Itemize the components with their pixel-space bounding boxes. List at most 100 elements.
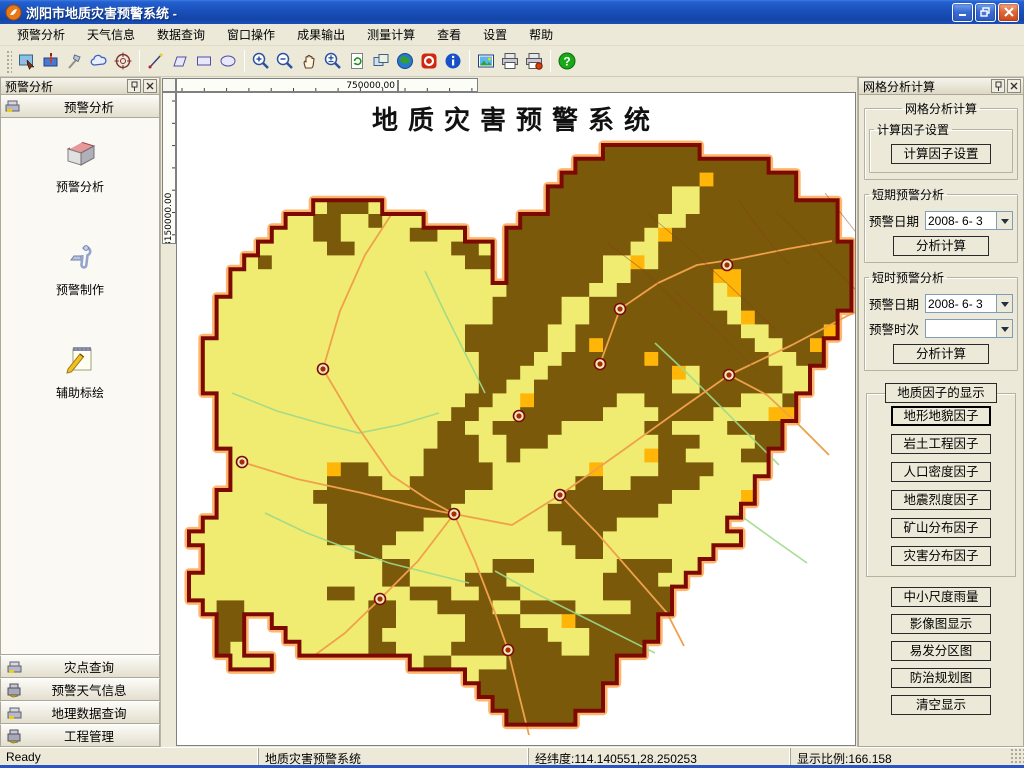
menu-item-7[interactable]: 查看 (426, 23, 472, 46)
short-time-date-label: 预警日期 (869, 294, 925, 313)
menu-item-8[interactable]: 设置 (472, 23, 518, 46)
rectangle-icon[interactable] (192, 49, 216, 73)
factor-button-2[interactable]: 岩土工程因子 (891, 434, 991, 454)
right-bottom-button-1[interactable]: 中小尺度雨量 (891, 587, 991, 607)
zoom-extent-icon[interactable] (321, 49, 345, 73)
menu-item-6[interactable]: 测量计算 (356, 23, 426, 46)
zoom-in-icon[interactable] (249, 49, 273, 73)
right-panel-pin-button[interactable] (991, 79, 1005, 93)
right-panel-caption: 网格分析计算 (858, 77, 1024, 95)
factor-button-5[interactable]: 矿山分布因子 (891, 518, 991, 538)
device2-icon (7, 728, 25, 744)
menu-item-1[interactable]: 预警分析 (6, 23, 76, 46)
globe-icon[interactable] (393, 49, 417, 73)
map-canvas[interactable]: 地质灾害预警系统 (176, 92, 856, 746)
title-bar: 浏阳市地质灾害预警系统 - (0, 0, 1024, 24)
left-bottom-bar-3[interactable]: 地理数据查询 (0, 701, 160, 724)
polygon-icon[interactable] (168, 49, 192, 73)
left-panel-close-button[interactable] (143, 79, 157, 93)
device-icon (7, 705, 25, 721)
left-item-3[interactable]: 辅助标绘 (56, 340, 104, 401)
line-icon[interactable] (144, 49, 168, 73)
minimize-button[interactable] (952, 3, 973, 22)
info-icon[interactable] (441, 49, 465, 73)
tool-icon (61, 237, 99, 275)
pan-icon[interactable] (297, 49, 321, 73)
toolbar-separator (469, 50, 470, 72)
factor-button-4[interactable]: 地震烈度因子 (891, 490, 991, 510)
left-section-header[interactable]: 预警分析 (1, 95, 159, 118)
cloud-icon[interactable] (87, 49, 111, 73)
left-item-label: 预警制作 (56, 281, 104, 298)
left-panel-pin-button[interactable] (127, 79, 141, 93)
close-button[interactable] (998, 3, 1019, 22)
top-ruler: 750000.00800000.00 (176, 78, 478, 92)
grid-analysis-group: 网格分析计算 计算因子设置 计算因子设置 (864, 100, 1018, 180)
short-time-date-value: 2008- 6- 3 (926, 295, 996, 312)
factor-button-3[interactable]: 人口密度因子 (891, 462, 991, 482)
toolbar-separator (244, 50, 245, 72)
ruler-corner (162, 78, 176, 92)
layers-icon[interactable] (369, 49, 393, 73)
right-panel: 网格分析计算 网格分析计算 计算因子设置 计算因子设置 短期预警分析 预警日期 … (857, 77, 1024, 747)
restore-button[interactable] (975, 3, 996, 22)
ellipse-icon[interactable] (216, 49, 240, 73)
refresh-icon[interactable] (345, 49, 369, 73)
map-select-icon[interactable] (15, 49, 39, 73)
resize-grip[interactable] (1010, 748, 1024, 765)
status-system-name: 地质灾害预警系统 (258, 748, 528, 765)
short-time-period-combo[interactable] (925, 319, 1013, 338)
right-bottom-button-3[interactable]: 易发分区图 (891, 641, 991, 661)
toolbar: ? (0, 46, 1024, 77)
toolbar-grip[interactable] (5, 49, 12, 73)
menu-item-3[interactable]: 数据查询 (146, 23, 216, 46)
right-panel-title: 网格分析计算 (863, 78, 989, 95)
left-panel-title: 预警分析 (5, 78, 125, 95)
short-time-analyze-button[interactable]: 分析计算 (893, 344, 989, 364)
print-icon[interactable] (498, 49, 522, 73)
right-bottom-button-5[interactable]: 清空显示 (891, 695, 991, 715)
stop-icon[interactable] (417, 49, 441, 73)
image-icon[interactable] (474, 49, 498, 73)
hammer-icon[interactable] (63, 49, 87, 73)
menu-item-4[interactable]: 窗口操作 (216, 23, 286, 46)
menu-item-2[interactable]: 天气信息 (76, 23, 146, 46)
short-time-period-label: 预警时次 (869, 319, 925, 338)
menu-item-9[interactable]: 帮助 (518, 23, 564, 46)
left-item-2[interactable]: 预警制作 (56, 237, 104, 298)
short-time-period-value (926, 320, 996, 337)
combo-dropdown-icon[interactable] (996, 295, 1012, 312)
factor-button-6[interactable]: 灾害分布因子 (891, 546, 991, 566)
combo-dropdown-icon[interactable] (996, 320, 1012, 337)
left-item-1[interactable]: 预警分析 (56, 134, 104, 195)
target-icon[interactable] (111, 49, 135, 73)
left-bottom-bar-2[interactable]: 预警天气信息 (0, 678, 160, 701)
map-title: 地质灾害预警系统 (177, 100, 855, 137)
factor-button-1[interactable]: 地形地貌因子 (891, 406, 991, 426)
short-term-analyze-button[interactable]: 分析计算 (893, 236, 989, 256)
status-ready: Ready (0, 748, 258, 765)
short-term-date-combo[interactable]: 2008- 6- 3 (925, 211, 1013, 230)
right-bottom-button-4[interactable]: 防治规划图 (891, 668, 991, 688)
toolbar-separator (550, 50, 551, 72)
hazard-map (177, 93, 856, 744)
left-bottom-bar-4[interactable]: 工程管理 (0, 724, 160, 747)
left-panel: 预警分析 预警分析 预警分析预警制作辅助标绘 灾点查询预警天气信息地理数据查询工… (0, 77, 161, 747)
right-bottom-button-2[interactable]: 影像图显示 (891, 614, 991, 634)
short-time-date-combo[interactable]: 2008- 6- 3 (925, 294, 1013, 313)
geological-factor-display-button[interactable]: 地质因子的显示 (885, 383, 997, 403)
bottom-bar-label: 工程管理 (25, 726, 153, 745)
pin-map-icon[interactable] (39, 49, 63, 73)
factor-settings-button[interactable]: 计算因子设置 (891, 144, 991, 164)
short-time-group: 短时预警分析 预警日期 2008- 6- 3 预警时次 分析计算 (864, 269, 1018, 371)
short-time-group-label: 短时预警分析 (869, 269, 947, 286)
combo-dropdown-icon[interactable] (996, 212, 1012, 229)
help-icon[interactable]: ? (555, 49, 579, 73)
left-bottom-bar-1[interactable]: 灾点查询 (0, 655, 160, 678)
status-bar: Ready 地质灾害预警系统 经纬度:114.140551,28.250253 … (0, 747, 1024, 765)
menu-item-5[interactable]: 成果输出 (286, 23, 356, 46)
right-panel-close-button[interactable] (1007, 79, 1021, 93)
zoom-out-icon[interactable] (273, 49, 297, 73)
print-setup-icon[interactable] (522, 49, 546, 73)
short-term-group: 短期预警分析 预警日期 2008- 6- 3 分析计算 (864, 186, 1018, 263)
